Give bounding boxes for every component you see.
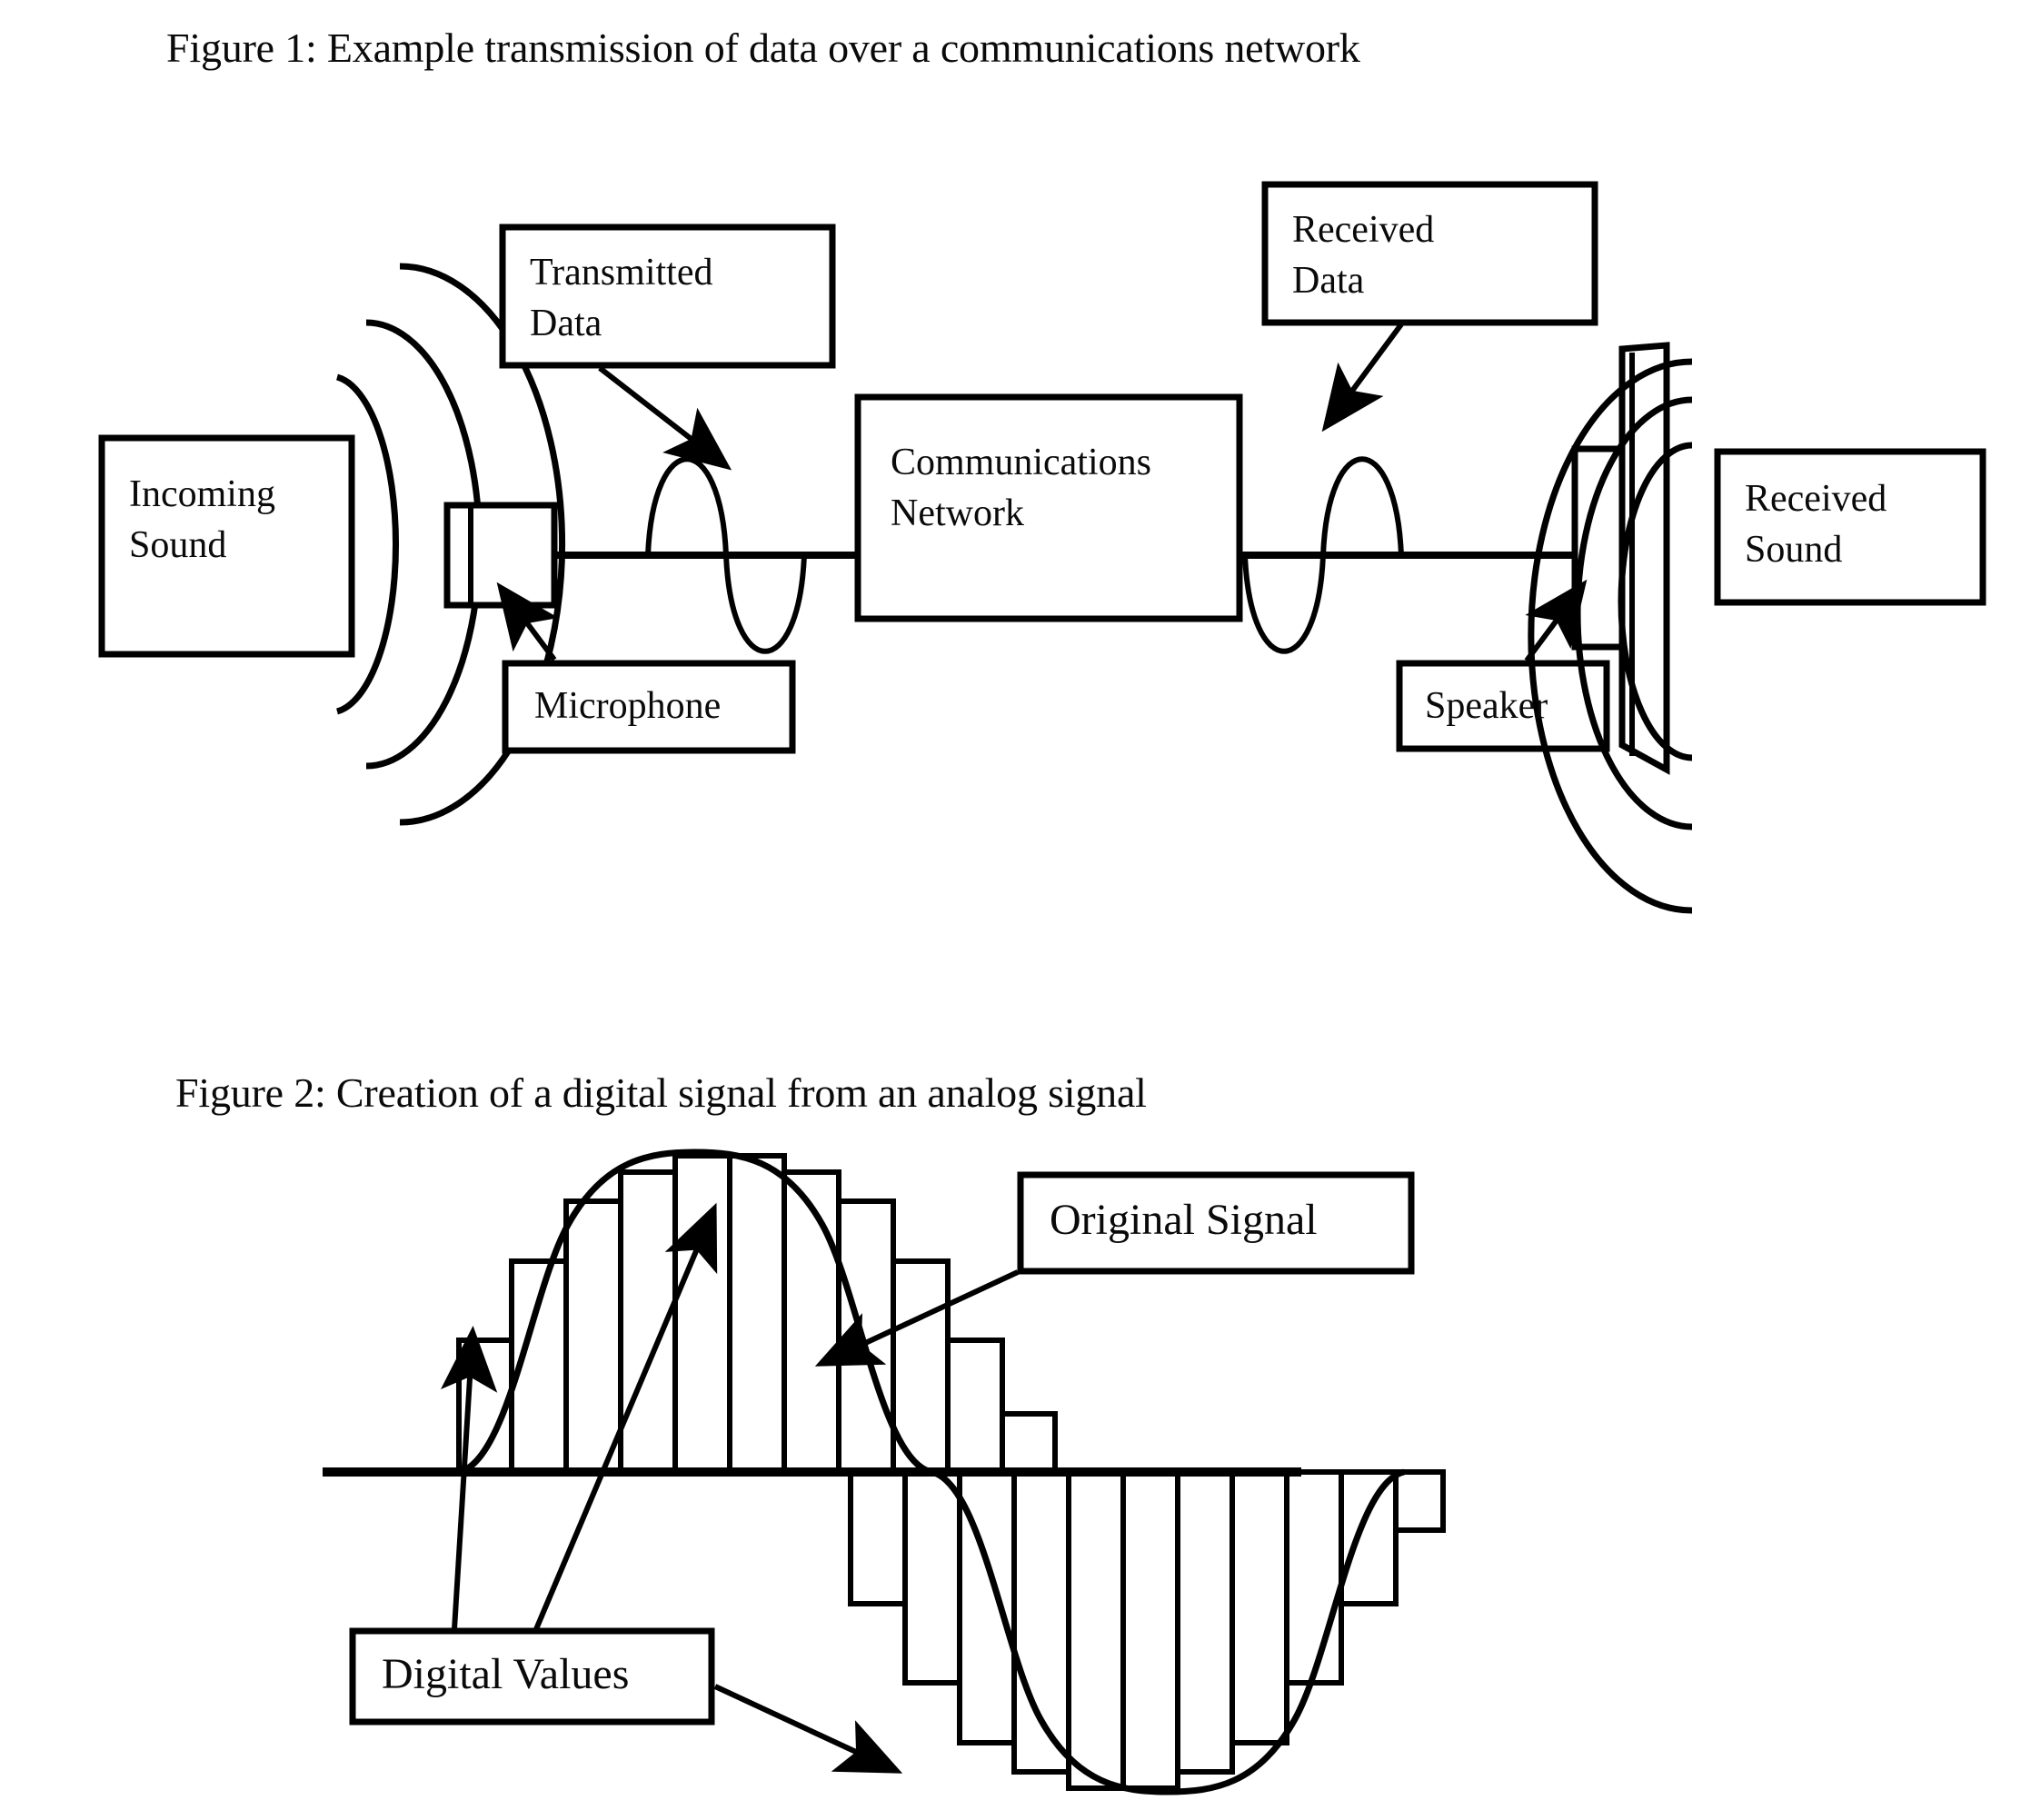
quantization-bars-icon-negative bbox=[848, 1469, 1446, 1791]
figure-page: Figure 1: Example transmission of data o… bbox=[0, 0, 2021, 1820]
digital-values-arrow-3 bbox=[713, 1684, 903, 1774]
speaker-label: Speaker bbox=[1425, 685, 1548, 727]
received-sound-label: Received Sound bbox=[1745, 478, 1887, 571]
transmitted-data-arrow bbox=[598, 365, 732, 471]
microphone-label: Microphone bbox=[534, 685, 722, 727]
original-signal-label: Original Signal bbox=[1050, 1196, 1318, 1244]
diagram-vector-layer bbox=[98, 181, 1986, 1795]
quantization-bars-icon bbox=[456, 1153, 1058, 1475]
incoming-sound-label: Incoming Sound bbox=[129, 473, 275, 566]
received-data-arrow bbox=[1321, 323, 1404, 433]
digital-values-label: Digital Values bbox=[382, 1650, 630, 1698]
communications-network-label: Communications Network bbox=[891, 442, 1151, 534]
transmitted-data-label: Transmitted Data bbox=[530, 252, 713, 344]
received-data-label: Received Data bbox=[1292, 209, 1435, 302]
